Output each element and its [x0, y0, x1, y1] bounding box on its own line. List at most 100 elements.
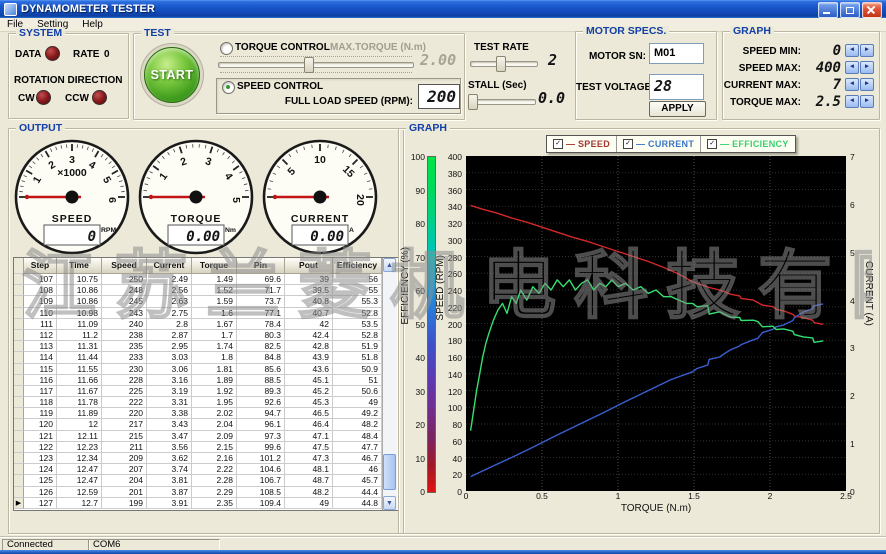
- table-scrollbar[interactable]: ▲ ▼: [382, 258, 397, 510]
- column-header-current[interactable]: Current: [147, 258, 192, 274]
- table-row[interactable]: 10810.862482.561.5271.739.555: [14, 285, 382, 296]
- spin-left-icon[interactable]: ◄: [845, 61, 859, 74]
- table-cell: 46.4: [285, 419, 333, 430]
- table-row[interactable]: 11311.312352.951.7482.542.851.9: [14, 341, 382, 352]
- max-torque-slider[interactable]: [218, 57, 414, 71]
- row-selector[interactable]: [14, 487, 24, 498]
- test-rate-slider-thumb[interactable]: [496, 56, 506, 72]
- table-cell: 243: [102, 308, 147, 319]
- row-selector[interactable]: [14, 285, 24, 296]
- column-header-pin[interactable]: Pin: [237, 258, 285, 274]
- status-bar: Connected COM6: [0, 537, 886, 551]
- table-row[interactable]: ▶12712.71993.912.35109.44944.8: [14, 498, 382, 509]
- scroll-down-icon[interactable]: ▼: [383, 496, 396, 510]
- row-selector[interactable]: [14, 453, 24, 464]
- row-selector[interactable]: [14, 464, 24, 475]
- table-row[interactable]: 11211.22382.871.780.342.452.8: [14, 330, 382, 341]
- start-button[interactable]: START: [144, 47, 200, 103]
- table-row[interactable]: 120122173.432.0496.146.448.2: [14, 419, 382, 430]
- table-row[interactable]: 11411.442333.031.884.843.951.8: [14, 352, 382, 363]
- table-cell: 51.8: [333, 352, 382, 363]
- table-cell: 12.59: [57, 487, 102, 498]
- row-selector[interactable]: [14, 341, 24, 352]
- row-selector[interactable]: [14, 419, 24, 430]
- spin-right-icon[interactable]: ►: [860, 95, 874, 108]
- table-row[interactable]: 11711.672253.191.9289.345.250.6: [14, 386, 382, 397]
- max-torque-slider-thumb[interactable]: [304, 57, 314, 73]
- column-header-speed[interactable]: Speed: [102, 258, 147, 274]
- spin-right-icon[interactable]: ►: [860, 78, 874, 91]
- spin-left-icon[interactable]: ◄: [845, 95, 859, 108]
- row-selector[interactable]: [14, 364, 24, 375]
- stall-slider-thumb[interactable]: [468, 94, 478, 110]
- legend-checkbox[interactable]: ✓: [707, 139, 717, 149]
- table-row[interactable]: 11911.892203.382.0294.746.549.2: [14, 408, 382, 419]
- table-row[interactable]: 12312.342093.622.16101.247.346.7: [14, 453, 382, 464]
- axis-tick: 50: [416, 320, 425, 330]
- row-selector[interactable]: [14, 397, 24, 408]
- row-selector[interactable]: [14, 375, 24, 386]
- column-header-torque[interactable]: Torque: [192, 258, 237, 274]
- table-row[interactable]: 11511.552303.061.8185.643.650.9: [14, 364, 382, 375]
- spin-right-icon[interactable]: ►: [860, 44, 874, 57]
- spin-left-icon[interactable]: ◄: [845, 78, 859, 91]
- row-selector[interactable]: [14, 308, 24, 319]
- table-cell: 39: [285, 274, 333, 285]
- minimize-button[interactable]: [818, 2, 838, 18]
- close-button[interactable]: [862, 2, 882, 18]
- row-selector[interactable]: [14, 408, 24, 419]
- table-row[interactable]: 12212.232113.562.1599.647.547.7: [14, 442, 382, 453]
- row-selector[interactable]: [14, 475, 24, 486]
- motor-sn-field[interactable]: M01: [649, 43, 704, 64]
- torque-control-radio[interactable]: [220, 42, 233, 55]
- table-cell: 109.4: [237, 498, 285, 509]
- row-selector[interactable]: ▶: [14, 498, 24, 509]
- table-cell: 49: [333, 397, 382, 408]
- speed-min-spinner[interactable]: ◄►: [845, 44, 874, 57]
- table-row[interactable]: 10710.752502.491.4969.63956: [14, 274, 382, 285]
- torque-max-spinner[interactable]: ◄►: [845, 95, 874, 108]
- row-selector[interactable]: [14, 386, 24, 397]
- table-row[interactable]: 12412.472073.742.22104.648.146: [14, 464, 382, 475]
- table-row[interactable]: 12612.592013.872.29108.548.244.4: [14, 487, 382, 498]
- speed-control-radio[interactable]: [222, 81, 235, 94]
- table-cell: 3.16: [147, 375, 192, 386]
- spin-right-icon[interactable]: ►: [860, 61, 874, 74]
- table-row[interactable]: 11811.782223.311.9592.645.349: [14, 397, 382, 408]
- stall-slider[interactable]: [468, 94, 536, 108]
- row-selector[interactable]: [14, 319, 24, 330]
- table-row[interactable]: 12512.472043.812.28106.748.745.7: [14, 475, 382, 486]
- scroll-up-icon[interactable]: ▲: [383, 258, 396, 272]
- column-header-efficiency[interactable]: Efficiency: [333, 258, 382, 274]
- scrollbar-thumb[interactable]: [383, 454, 396, 490]
- row-selector[interactable]: [14, 330, 24, 341]
- row-selector[interactable]: [14, 442, 24, 453]
- table-row[interactable]: 11111.092402.81.6778.44253.5: [14, 319, 382, 330]
- window-title: DYNAMOMETER TESTER: [21, 3, 155, 15]
- legend-checkbox[interactable]: ✓: [623, 139, 633, 149]
- row-selector[interactable]: [14, 274, 24, 285]
- table-row[interactable]: 10910.862452.631.5973.740.855.3: [14, 296, 382, 307]
- table-cell: 248: [102, 285, 147, 296]
- speed-max-spinner[interactable]: ◄►: [845, 61, 874, 74]
- column-header-pout[interactable]: Pout: [285, 258, 333, 274]
- table-row[interactable]: 11611.662283.161.8988.545.151: [14, 375, 382, 386]
- menu-item-help[interactable]: Help: [75, 19, 110, 30]
- table-row[interactable]: 11010.982432.751.677.140.752.8: [14, 308, 382, 319]
- test-voltage-field[interactable]: 28: [649, 74, 704, 100]
- full-load-speed-field[interactable]: 200: [418, 84, 460, 109]
- row-selector[interactable]: [14, 296, 24, 307]
- spin-left-icon[interactable]: ◄: [845, 44, 859, 57]
- table-cell: 121: [24, 431, 57, 442]
- row-selector[interactable]: [14, 352, 24, 363]
- current-max-spinner[interactable]: ◄►: [845, 78, 874, 91]
- row-selector[interactable]: [14, 431, 24, 442]
- legend-checkbox[interactable]: ✓: [553, 139, 563, 149]
- test-rate-slider[interactable]: [470, 56, 538, 70]
- table-cell: 115: [24, 364, 57, 375]
- restore-button[interactable]: [840, 2, 860, 18]
- apply-button[interactable]: APPLY: [649, 101, 706, 117]
- column-header-time[interactable]: Time: [57, 258, 102, 274]
- column-header-step[interactable]: Step: [24, 258, 57, 274]
- table-row[interactable]: 12112.112153.472.0997.347.148.4: [14, 431, 382, 442]
